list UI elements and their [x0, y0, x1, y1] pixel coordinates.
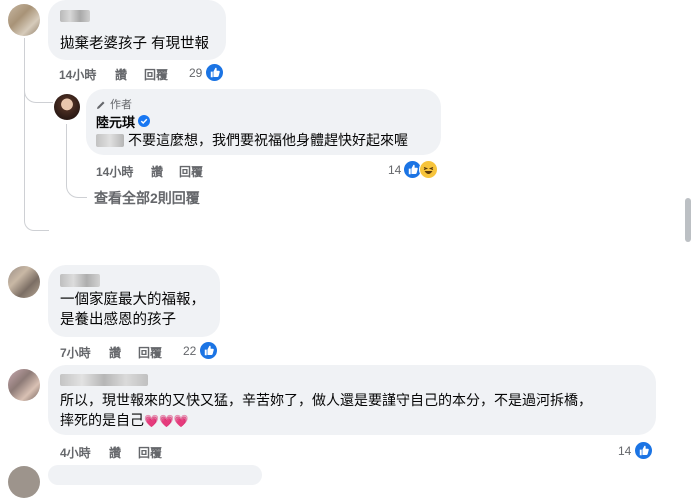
pencil-icon [96, 97, 106, 109]
thread-line [66, 124, 87, 198]
reply-text: 不要這麼想，我們要祝福他身體趕快好起來喔 [128, 132, 408, 148]
reply-button[interactable]: 回覆 [144, 66, 168, 83]
reaction-count[interactable]: 22 [183, 344, 196, 358]
avatar[interactable] [8, 369, 40, 401]
like-button[interactable]: 讚 [115, 66, 127, 83]
verified-badge-icon [138, 114, 150, 127]
scrollbar-thumb[interactable] [685, 198, 691, 242]
comment-text-line-1: 一個家庭最大的福報， [60, 292, 205, 308]
thread-line [24, 38, 49, 231]
comment-text: 拋棄老婆孩子 有現世報 [60, 36, 210, 52]
like-button[interactable]: 讚 [151, 163, 163, 180]
reaction-count[interactable]: 14 [618, 444, 631, 458]
timestamp[interactable]: 14小時 [59, 66, 96, 83]
author-name[interactable]: 陸元琪 [96, 112, 135, 131]
like-icon[interactable] [205, 63, 224, 82]
reply-button[interactable]: 回覆 [179, 163, 203, 180]
like-icon[interactable] [634, 441, 653, 460]
author-name-redacted[interactable] [60, 10, 90, 22]
reply-button[interactable]: 回覆 [138, 344, 162, 361]
avatar[interactable] [8, 4, 40, 36]
avatar[interactable] [8, 466, 40, 498]
tagged-name-redacted[interactable] [96, 134, 124, 147]
heart-emoji: 💗💗💗 [144, 414, 189, 428]
timestamp[interactable]: 14小時 [96, 163, 133, 180]
comment-text-line-2: 摔死的是自己💗💗💗 [60, 410, 189, 431]
timestamp[interactable]: 7小時 [60, 344, 91, 361]
author-name-redacted[interactable] [60, 374, 148, 386]
like-icon[interactable] [199, 341, 218, 360]
avatar[interactable] [8, 266, 40, 298]
haha-icon[interactable] [419, 160, 438, 179]
reaction-count[interactable]: 29 [189, 66, 202, 80]
like-button[interactable]: 讚 [109, 444, 121, 461]
thread-line [24, 80, 53, 103]
reply-button[interactable]: 回覆 [138, 444, 162, 461]
author-badge-label: 作者 [110, 99, 132, 111]
comment-text-line-2-text: 摔死的是自己 [60, 412, 144, 428]
next-comment-bubble [48, 465, 262, 485]
view-all-replies-link[interactable]: 查看全部2則回覆 [94, 188, 200, 208]
reaction-count[interactable]: 14 [388, 163, 401, 177]
timestamp[interactable]: 4小時 [60, 444, 91, 461]
author-name-redacted[interactable] [60, 274, 100, 287]
like-button[interactable]: 讚 [109, 344, 121, 361]
author-avatar[interactable] [54, 94, 80, 120]
comment-text-line-2: 是養出感恩的孩子 [60, 312, 176, 328]
comment-text-line-1: 所以，現世報來的又快又猛，辛苦妳了，做人還是要謹守自己的本分，不是過河拆橋， [60, 392, 592, 408]
